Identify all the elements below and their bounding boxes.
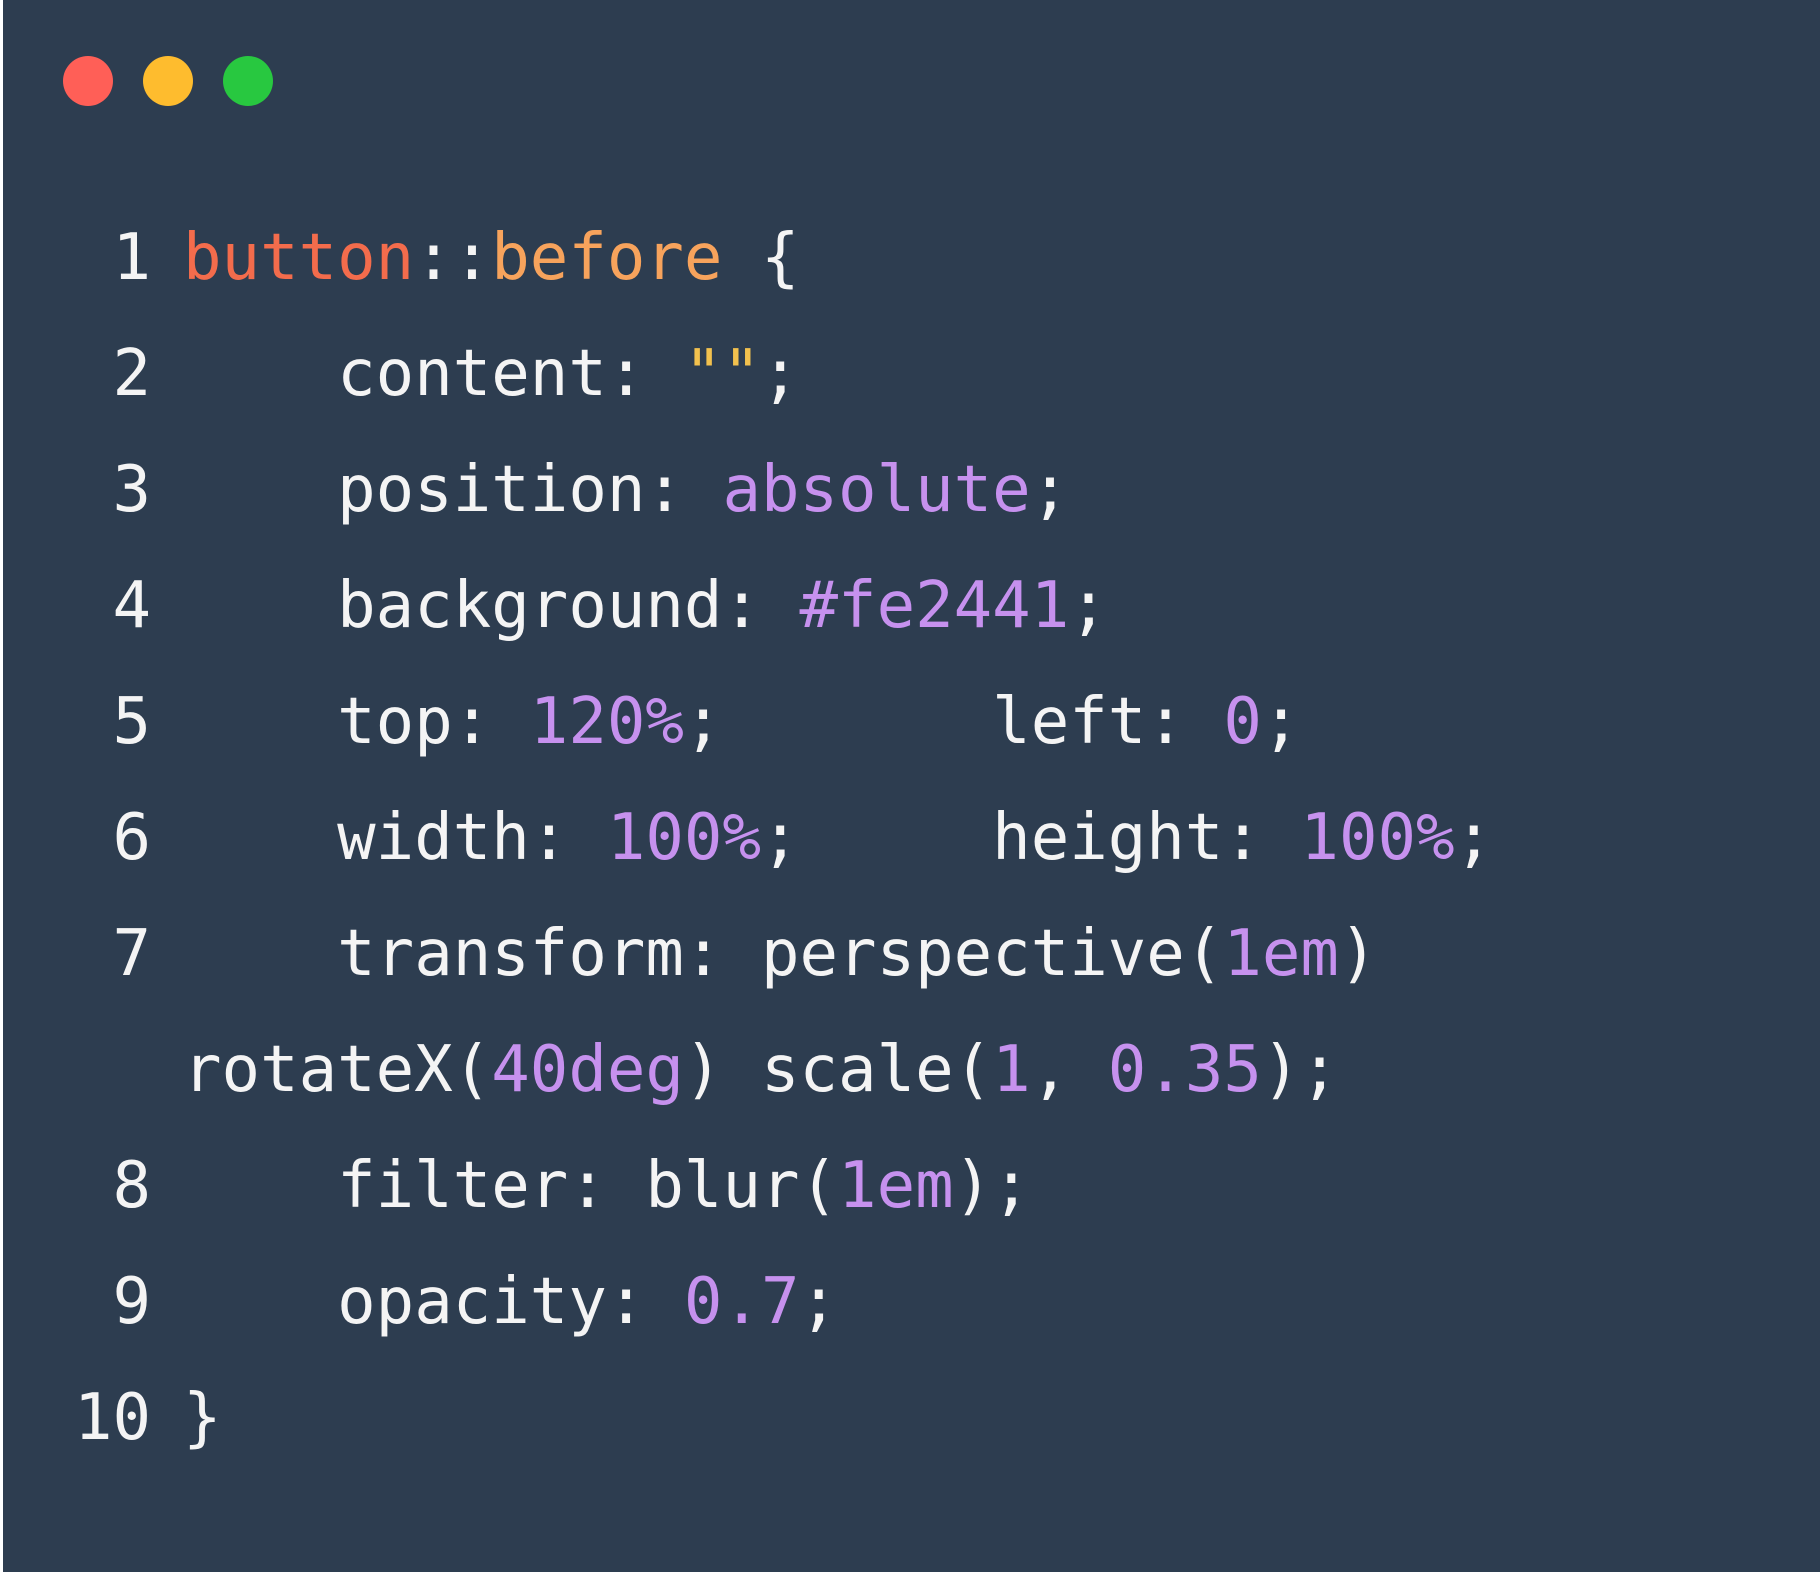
code-text: content: ""; xyxy=(183,316,800,432)
token-plain: top: xyxy=(337,685,530,759)
token-value: 40deg xyxy=(491,1033,684,1107)
token-value: 0.35 xyxy=(1107,1033,1262,1107)
token-plain: , xyxy=(1030,1033,1108,1107)
token-plain: ); xyxy=(1261,1033,1339,1107)
token-plain: transform: perspective( xyxy=(337,917,1224,991)
token-pseudo: before xyxy=(491,221,723,295)
code-text: background: #fe2441; xyxy=(183,548,1108,664)
token-plain: ; height: xyxy=(760,801,1301,875)
token-value: 1em xyxy=(838,1149,954,1223)
token-plain: ; xyxy=(1030,453,1070,527)
token-plain: ; xyxy=(1454,801,1494,875)
code-text: position: absolute; xyxy=(183,432,1069,548)
line-number: 5 xyxy=(112,685,151,759)
token-plain: opacity: xyxy=(337,1265,684,1339)
line-number: 7 xyxy=(112,917,151,991)
token-value: absolute xyxy=(722,453,1031,527)
token-plain: position: xyxy=(337,453,723,527)
line-number: 1 xyxy=(112,221,151,295)
line-number: 9 xyxy=(112,1265,151,1339)
code-window: 1 button::before {2 content: ""; 3 positio… xyxy=(3,0,1820,1572)
token-plain: ) xyxy=(1338,917,1378,991)
token-plain: ; left: xyxy=(683,685,1224,759)
close-button[interactable] xyxy=(63,56,113,106)
token-value: #fe2441 xyxy=(799,569,1070,643)
maximize-button[interactable] xyxy=(223,56,273,106)
line-number: 2 xyxy=(112,337,151,411)
line-number: 4 xyxy=(112,569,151,643)
code-text: opacity: 0.7; xyxy=(183,1244,838,1360)
code-text: rotateX(40deg) scale(1, 0.35); xyxy=(183,1012,1339,1128)
token-plain: ; xyxy=(760,337,800,411)
token-plain: ) scale( xyxy=(683,1033,993,1107)
token-value: 0.7 xyxy=(683,1265,800,1339)
token-plain: :: xyxy=(414,221,492,295)
token-plain: content: xyxy=(337,337,684,411)
code-text: transform: perspective(1em) xyxy=(183,896,1377,1012)
line-number: 8 xyxy=(112,1149,151,1223)
code-text: filter: blur(1em); xyxy=(183,1128,1031,1244)
token-plain: rotateX( xyxy=(183,1033,492,1107)
line-number: 3 xyxy=(112,453,151,527)
token-plain: } xyxy=(183,1381,222,1455)
token-plain: ; xyxy=(1261,685,1301,759)
code-text: width: 100%; height: 100%; xyxy=(183,780,1493,896)
token-value: 100% xyxy=(606,801,761,875)
token-string: "" xyxy=(683,337,761,411)
token-plain: background: xyxy=(337,569,800,643)
code-text: } xyxy=(183,1360,222,1476)
token-selector: button xyxy=(183,221,415,295)
code-text: button::before { xyxy=(183,200,800,316)
minimize-button[interactable] xyxy=(143,56,193,106)
line-number: 6 xyxy=(112,801,151,875)
token-value: 100% xyxy=(1300,801,1455,875)
token-value: 1 xyxy=(992,1033,1031,1107)
token-value: 1em xyxy=(1223,917,1339,991)
line-number: 10 xyxy=(73,1381,151,1455)
token-plain: ; xyxy=(1069,569,1108,643)
token-plain: ; xyxy=(799,1265,839,1339)
token-value: 0 xyxy=(1223,685,1262,759)
token-plain: ); xyxy=(953,1149,1031,1223)
code-text: top: 120%; left: 0; xyxy=(183,664,1300,780)
token-value: 120% xyxy=(529,685,684,759)
token-plain: width: xyxy=(337,801,607,875)
token-plain: { xyxy=(722,221,800,295)
token-plain: filter: blur( xyxy=(337,1149,839,1223)
